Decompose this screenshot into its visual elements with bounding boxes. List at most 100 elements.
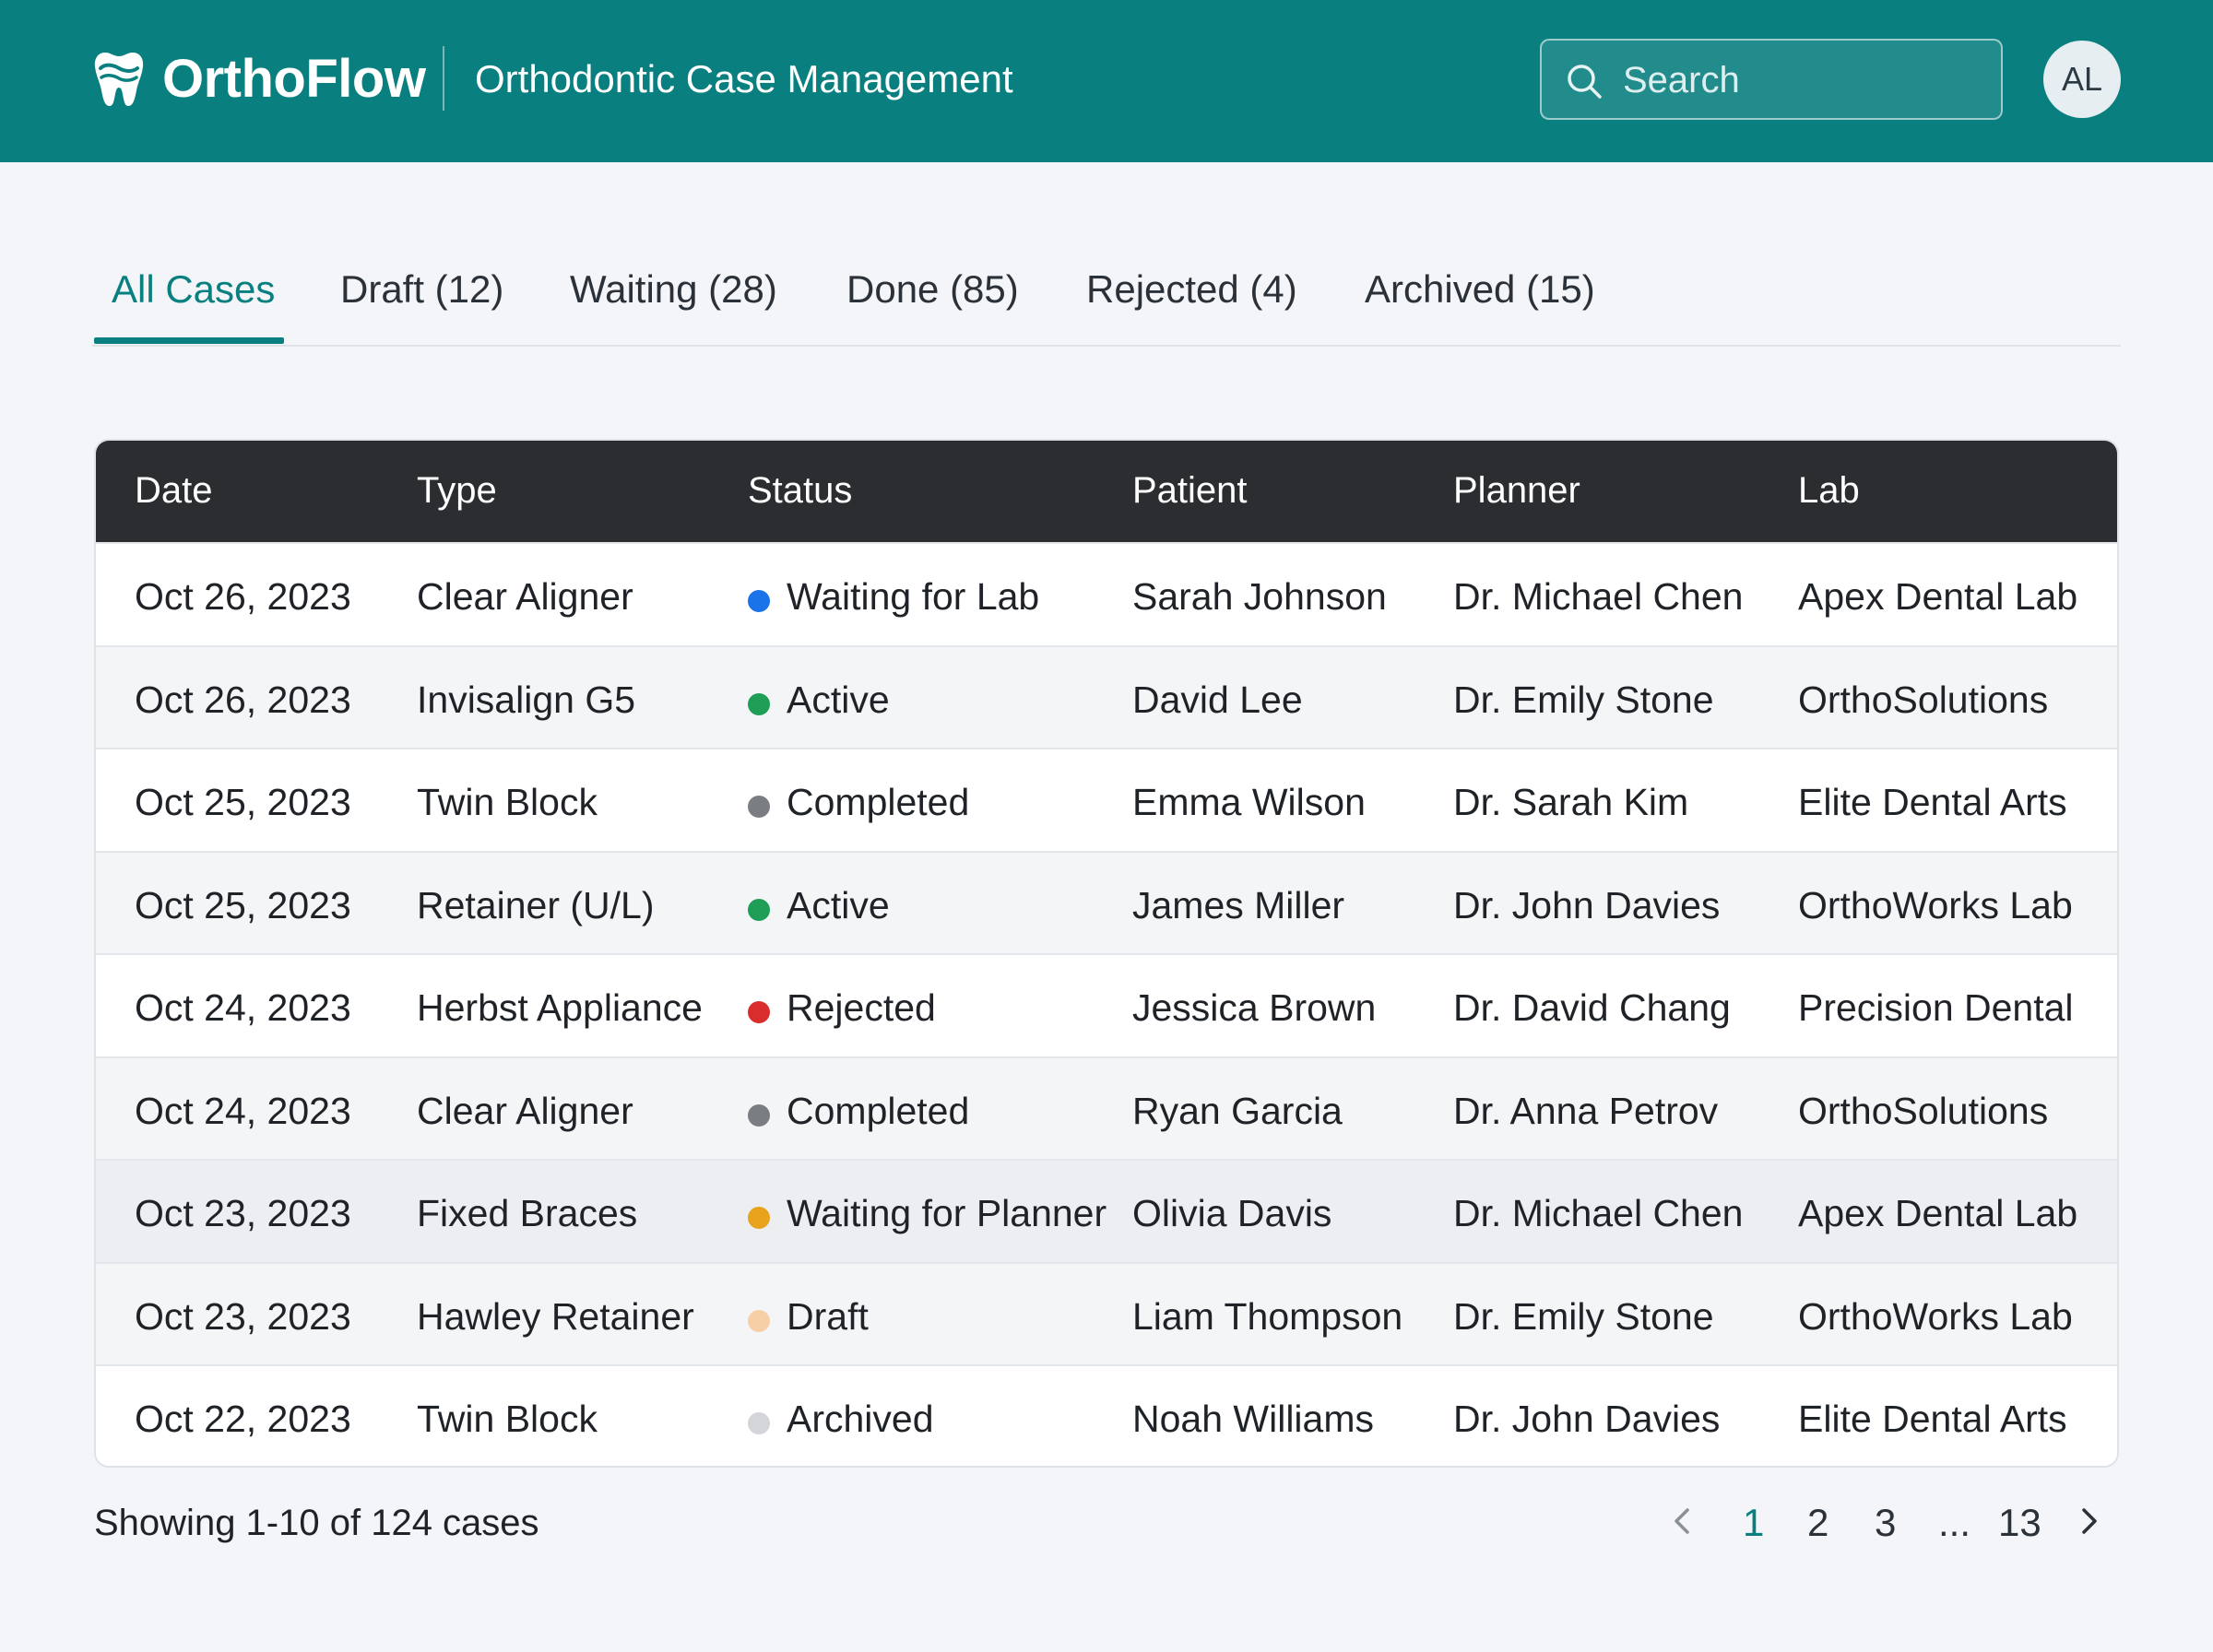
cell-patient: Emma Wilson (1132, 781, 1366, 823)
cell-type: Clear Aligner (417, 1089, 633, 1132)
table-row[interactable]: Oct 26, 2023 Clear Aligner Waiting for Lab… (96, 542, 2117, 645)
cell-patient: Ryan Garcia (1132, 1089, 1343, 1132)
cell-date: Oct 25, 2023 (135, 883, 351, 926)
search-box[interactable] (1540, 39, 2003, 120)
table-row[interactable]: Oct 23, 2023 Hawley Retainer Draft Liam Tho… (96, 1261, 2117, 1365)
table-row[interactable]: Oct 25, 2023 Retainer (U/L) Active James Mi… (96, 850, 2117, 954)
cell-status: Draft (787, 1294, 869, 1338)
cell-status: Waiting for Lab (787, 575, 1040, 618)
cell-planner: Dr. John Davies (1453, 883, 1721, 926)
cell-lab: OrthoSolutions (1798, 1089, 2049, 1132)
cell-patient: Olivia Davis (1132, 1192, 1332, 1234)
column-header-patient[interactable]: Patient (1132, 470, 1248, 512)
status-dot (748, 898, 770, 921)
cell-date: Oct 26, 2023 (135, 575, 351, 618)
cell-type: Retainer (U/L) (417, 883, 655, 926)
cell-planner: Dr. Sarah Kim (1453, 781, 1689, 823)
cell-date: Oct 24, 2023 (135, 1089, 351, 1132)
cell-status: Completed (787, 1089, 970, 1132)
brand[interactable]: OrthoFlow (92, 48, 426, 110)
search-icon (1568, 65, 1602, 99)
cell-patient: James Miller (1132, 883, 1345, 926)
cell-lab: Precision Dental (1798, 986, 2074, 1029)
tab-all-cases[interactable]: All Cases (112, 267, 275, 312)
cell-lab: Apex Dental Lab (1798, 1192, 2078, 1234)
cell-status: Completed (787, 781, 970, 823)
prev-page-button[interactable] (1669, 1501, 1695, 1541)
column-header-planner[interactable]: Planner (1453, 470, 1580, 512)
page-2[interactable]: 2 (1807, 1501, 1828, 1545)
cell-planner: Dr. Michael Chen (1453, 575, 1744, 618)
cell-lab: Elite Dental Arts (1798, 781, 2067, 823)
cell-patient: David Lee (1132, 678, 1303, 721)
search-input[interactable] (1623, 53, 1982, 107)
column-header-type[interactable]: Type (417, 470, 497, 512)
tab-draft[interactable]: Draft (12) (340, 267, 503, 312)
cell-lab: Apex Dental Lab (1798, 575, 2078, 618)
status-dot (748, 796, 770, 818)
page-ellipsis: ... (1938, 1501, 1971, 1544)
table-row[interactable]: Oct 22, 2023 Twin Block Archived Noah Willi… (96, 1364, 2117, 1466)
cell-status: Waiting for Planner (787, 1192, 1107, 1234)
cell-status: Archived (787, 1398, 934, 1440)
cases-table: Date Type Status Patient Planner Lab Oct… (94, 439, 2119, 1468)
tab-waiting[interactable]: Waiting (28) (570, 267, 777, 312)
column-header-date[interactable]: Date (135, 470, 213, 512)
tab-rejected[interactable]: Rejected (4) (1086, 267, 1297, 312)
cell-date: Oct 23, 2023 (135, 1192, 351, 1234)
status-dot (748, 692, 770, 715)
table-row[interactable]: Oct 23, 2023 Fixed Braces Waiting for Plan… (96, 1159, 2117, 1262)
cell-planner: Dr. Michael Chen (1453, 1192, 1744, 1234)
app-name: OrthoFlow (162, 49, 426, 109)
cell-date: Oct 26, 2023 (135, 678, 351, 721)
cell-type: Clear Aligner (417, 575, 633, 618)
page-13[interactable]: 13 (1998, 1501, 2041, 1545)
header-divider (443, 46, 444, 111)
table-row[interactable]: Oct 25, 2023 Twin Block Completed Emma Wils… (96, 748, 2117, 851)
status-dot (748, 1103, 770, 1127)
cell-lab: OrthoWorks Lab (1798, 1294, 2073, 1338)
case-tabs: All Cases Draft (12) Waiting (28) Done (… (92, 258, 2121, 347)
table-row[interactable]: Oct 26, 2023 Invisalign G5 Active David Lee… (96, 644, 2117, 749)
app-subtitle: Orthodontic Case Management (475, 57, 1013, 100)
cell-status: Active (787, 883, 890, 926)
status-dot (748, 1001, 770, 1023)
results-summary: Showing 1-10 of 124 cases (94, 1503, 539, 1543)
cell-type: Invisalign G5 (417, 678, 636, 721)
next-page-button[interactable] (2077, 1501, 2102, 1541)
cell-type: Twin Block (417, 1398, 598, 1440)
cell-patient: Sarah Johnson (1132, 575, 1387, 618)
cell-planner: Dr. Emily Stone (1453, 1294, 1714, 1338)
table-row[interactable]: Oct 24, 2023 Clear Aligner Completed Ryan G… (96, 1056, 2117, 1160)
status-dot (748, 590, 770, 612)
status-dot (748, 1309, 770, 1332)
cell-planner: Dr. David Chang (1453, 986, 1731, 1029)
status-dot (748, 1207, 770, 1229)
cell-planner: Dr. Emily Stone (1453, 678, 1714, 721)
cell-status: Rejected (787, 986, 936, 1029)
cell-type: Hawley Retainer (417, 1294, 694, 1338)
cell-planner: Dr. Anna Petrov (1453, 1089, 1719, 1132)
cell-date: Oct 24, 2023 (135, 986, 351, 1029)
cell-type: Fixed Braces (417, 1192, 638, 1234)
cell-patient: Liam Thompson (1132, 1294, 1403, 1338)
page-3[interactable]: 3 (1875, 1501, 1896, 1545)
column-header-lab[interactable]: Lab (1798, 470, 1860, 512)
cell-status: Active (787, 678, 890, 721)
tab-done[interactable]: Done (85) (846, 267, 1019, 312)
table-row[interactable]: Oct 24, 2023 Herbst Appliance Rejected Jess… (96, 953, 2117, 1056)
avatar[interactable]: AL (2043, 41, 2121, 118)
cell-date: Oct 23, 2023 (135, 1294, 351, 1338)
chevron-right-icon (2082, 1508, 2097, 1534)
cell-patient: Jessica Brown (1132, 986, 1377, 1029)
cell-patient: Noah Williams (1132, 1398, 1374, 1440)
cell-date: Oct 22, 2023 (135, 1398, 351, 1440)
page-1[interactable]: 1 (1743, 1501, 1764, 1545)
tab-archived[interactable]: Archived (15) (1365, 267, 1595, 312)
cell-type: Herbst Appliance (417, 986, 703, 1029)
column-header-status[interactable]: Status (748, 470, 852, 512)
active-tab-indicator (94, 337, 284, 344)
avatar-initials: AL (2061, 60, 2103, 98)
status-dot (748, 1412, 770, 1434)
cell-planner: Dr. John Davies (1453, 1398, 1721, 1440)
